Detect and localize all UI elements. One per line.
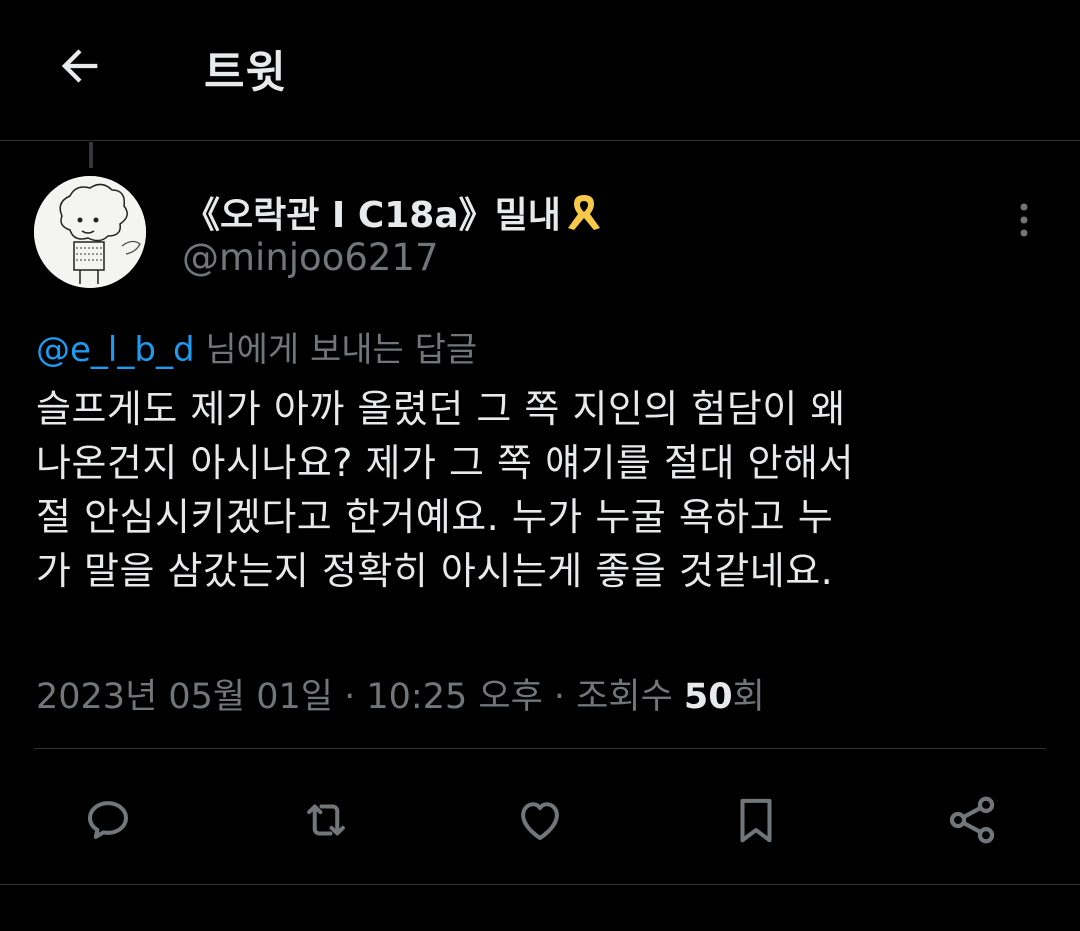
divider bbox=[34, 748, 1046, 749]
more-options-button[interactable] bbox=[1006, 200, 1042, 240]
tweet-date: 2023년 05월 01일 bbox=[36, 677, 333, 717]
tweet-action-bar bbox=[0, 790, 1080, 850]
display-name-text: 《오락관 I C18a》밀내 bbox=[184, 195, 561, 236]
reply-button[interactable] bbox=[78, 790, 138, 850]
bookmark-icon bbox=[740, 798, 772, 843]
meta-separator: · bbox=[542, 677, 577, 717]
author-avatar[interactable] bbox=[34, 176, 146, 288]
retweet-button[interactable] bbox=[296, 790, 356, 850]
author-handle[interactable]: @minjoo6217 bbox=[182, 236, 439, 279]
comment-bubble-icon bbox=[87, 801, 129, 839]
top-bar: 트윗 bbox=[0, 0, 1080, 141]
reply-to-suffix: 님에게 보내는 답글 bbox=[194, 330, 478, 370]
tweet-text-line: 슬프게도 제가 아까 올렸던 그 쪽 지인의 험담이 왜 bbox=[36, 387, 846, 431]
views-count: 50 bbox=[683, 677, 733, 717]
retweet-icon bbox=[307, 804, 345, 836]
like-button[interactable] bbox=[510, 790, 570, 850]
tweet-text-line: 가 말을 삼갔는지 정확히 아시는게 좋을 것같네요. bbox=[36, 549, 834, 593]
page-title: 트윗 bbox=[204, 47, 287, 98]
meta-separator: · bbox=[333, 677, 367, 717]
thread-connector-line bbox=[89, 142, 93, 168]
views-suffix: 회 bbox=[732, 677, 765, 717]
tweet-time: 10:25 오후 bbox=[366, 677, 543, 717]
divider bbox=[0, 884, 1080, 885]
bookmark-button[interactable] bbox=[726, 790, 786, 850]
views-prefix: 조회수 bbox=[576, 677, 684, 717]
arrow-left-icon bbox=[61, 49, 98, 83]
back-button[interactable] bbox=[48, 34, 112, 98]
tweet-text-line: 절 안심시키겠다고 한거예요. 누가 누굴 욕하고 누 bbox=[36, 495, 834, 539]
tweet-metadata: 2023년 05월 01일 · 10:25 오후 · 조회수 50회 bbox=[36, 668, 765, 719]
avatar-drawing bbox=[34, 176, 146, 288]
heart-icon bbox=[521, 802, 559, 841]
tweet-text-line: 나온건지 아시나요? 제가 그 쪽 얘기를 절대 안해서 bbox=[36, 441, 854, 485]
replying-to-line: @e_l_b_d 님에게 보내는 답글 bbox=[36, 322, 477, 371]
share-button[interactable] bbox=[942, 790, 1002, 850]
author-display-name[interactable]: 《오락관 I C18a》밀내 bbox=[184, 186, 603, 238]
share-icon bbox=[949, 796, 995, 844]
more-vertical-icon bbox=[1020, 203, 1028, 237]
reply-mention-link[interactable]: @e_l_b_d bbox=[36, 330, 195, 370]
tweet-text: 슬프게도 제가 아까 올렸던 그 쪽 지인의 험담이 왜 나온건지 아시나요? … bbox=[36, 382, 1056, 598]
yellow-ribbon-icon bbox=[565, 191, 603, 231]
